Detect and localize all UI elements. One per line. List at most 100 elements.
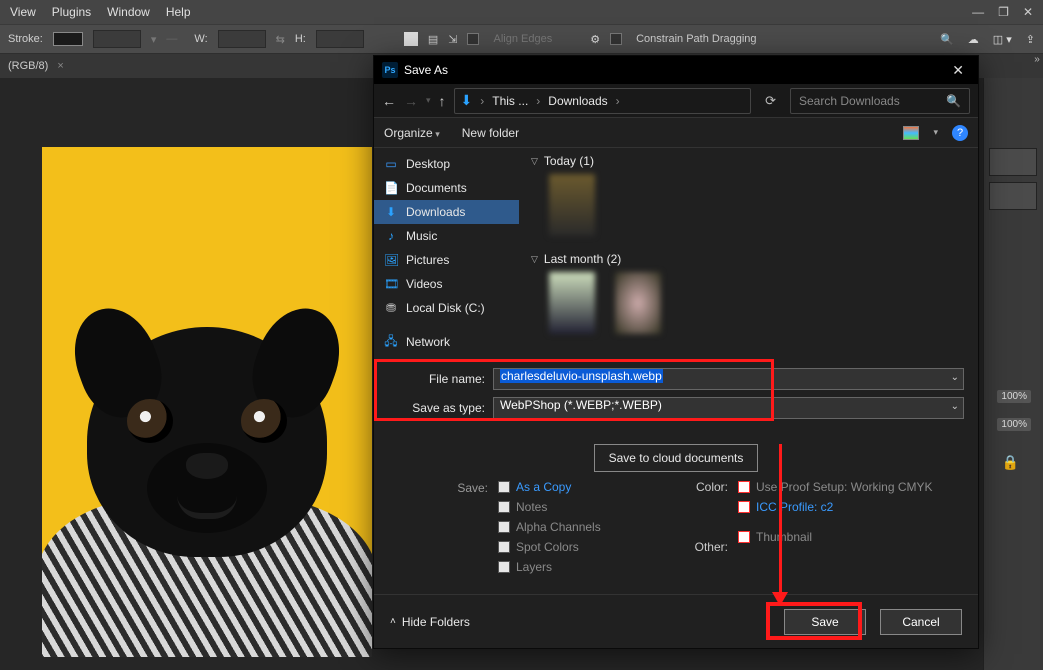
search-placeholder: Search Downloads bbox=[799, 94, 900, 108]
view-mode-icon[interactable] bbox=[903, 126, 919, 140]
menu-view[interactable]: View bbox=[10, 5, 36, 19]
tree-label: Local Disk (C:) bbox=[406, 301, 485, 315]
help-icon[interactable]: ? bbox=[952, 125, 968, 141]
music-icon: ♪ bbox=[384, 229, 398, 243]
app-menu-bar: View Plugins Window Help bbox=[0, 0, 1043, 24]
constrain-label: Constrain Path Dragging bbox=[636, 33, 756, 45]
file-name-input[interactable]: charlesdeluvio-unsplash.webp ⌄ bbox=[493, 368, 964, 390]
align-icon[interactable]: ▤ bbox=[428, 33, 438, 46]
save-to-cloud-button[interactable]: Save to cloud documents bbox=[594, 444, 759, 472]
dropdown-icon[interactable]: ⌄ bbox=[951, 401, 959, 412]
tab-close-icon[interactable]: × bbox=[57, 60, 63, 72]
workspace-icon[interactable]: ◫ ▾ bbox=[993, 33, 1012, 46]
document-tab-label: (RGB/8) bbox=[8, 60, 48, 72]
save-as-dialog: Ps Save As ✕ ← → ▾ ↑ ⬇ › This ... › Down… bbox=[374, 56, 978, 648]
export-icon[interactable]: ⇪ bbox=[1026, 33, 1035, 46]
constrain-checkbox[interactable] bbox=[610, 33, 622, 45]
tree-desktop[interactable]: ▭ Desktop bbox=[374, 152, 519, 176]
stroke-swatch[interactable] bbox=[53, 32, 83, 46]
tree-label: Desktop bbox=[406, 157, 450, 171]
stroke-width-field[interactable] bbox=[93, 30, 141, 48]
options-bar: Stroke: ▾ — W: ⇆ H: ▤ ⇲ Align Edges ⚙ Co… bbox=[0, 24, 1043, 54]
tree-local-disk[interactable]: ⛃ Local Disk (C:) bbox=[374, 296, 519, 320]
tree-network[interactable]: 🖧Network bbox=[374, 330, 519, 354]
close-icon[interactable]: ✕ bbox=[1023, 5, 1033, 19]
nav-back-icon[interactable]: ← bbox=[382, 93, 396, 109]
lock-icon[interactable]: 🔒 bbox=[1002, 454, 1019, 471]
minimize-icon[interactable]: — bbox=[972, 5, 984, 19]
address-bar[interactable]: ⬇ › This ... › Downloads › bbox=[454, 88, 752, 114]
icc-checkbox[interactable] bbox=[738, 501, 750, 513]
search-icon[interactable]: 🔍 bbox=[940, 33, 954, 46]
nav-forward-icon[interactable]: → bbox=[404, 93, 418, 109]
menu-window[interactable]: Window bbox=[107, 5, 150, 19]
hide-folders-button[interactable]: ˄ Hide Folders bbox=[390, 615, 470, 629]
file-name-value: charlesdeluvio-unsplash.webp bbox=[500, 369, 663, 383]
organize-button[interactable]: Organize bbox=[384, 126, 440, 140]
file-thumb[interactable] bbox=[549, 272, 595, 334]
tree-pictures[interactable]: 🖼Pictures bbox=[374, 248, 519, 272]
desktop-icon: ▭ bbox=[384, 157, 398, 171]
collapse-icon[interactable]: ▽ bbox=[531, 156, 538, 167]
as-a-copy-checkbox[interactable] bbox=[498, 481, 510, 493]
search-input[interactable]: Search Downloads 🔍 bbox=[790, 88, 970, 114]
opacity-badge: 100% bbox=[997, 390, 1031, 403]
file-fields: File name: charlesdeluvio-unsplash.webp ⌄… bbox=[374, 364, 978, 432]
file-list[interactable]: ▽Today (1) ▽Last month (2) bbox=[519, 148, 978, 364]
save-label: Save: bbox=[388, 481, 488, 495]
cancel-button[interactable]: Cancel bbox=[880, 609, 962, 635]
menu-help[interactable]: Help bbox=[166, 5, 191, 19]
panel-collapse-icon[interactable]: » bbox=[1031, 54, 1043, 70]
panel-thumb[interactable] bbox=[989, 148, 1037, 176]
thumbnail-label: Thumbnail bbox=[756, 530, 812, 544]
height-field[interactable] bbox=[316, 30, 364, 48]
share-icon[interactable]: ☁ bbox=[968, 33, 979, 46]
width-field[interactable] bbox=[218, 30, 266, 48]
stroke-label: Stroke: bbox=[8, 33, 43, 45]
downloads-icon: ⬇ bbox=[384, 205, 398, 219]
window-controls: — ❐ ✕ bbox=[972, 0, 1043, 24]
collapse-icon[interactable]: ▽ bbox=[531, 254, 538, 265]
new-folder-button[interactable]: New folder bbox=[462, 126, 519, 140]
tree-music[interactable]: ♪Music bbox=[374, 224, 519, 248]
tree-videos[interactable]: 🎞Videos bbox=[374, 272, 519, 296]
link-wh-icon[interactable]: ⇆ bbox=[276, 33, 285, 46]
folder-tree: ▭ Desktop 📄Documents ⬇Downloads ♪Music 🖼P… bbox=[374, 148, 519, 364]
as-a-copy-link[interactable]: As a Copy bbox=[516, 480, 571, 494]
dialog-titlebar[interactable]: Ps Save As ✕ bbox=[374, 56, 978, 84]
document-tab[interactable]: (RGB/8) × bbox=[0, 60, 72, 72]
image-content bbox=[57, 297, 357, 657]
height-label: H: bbox=[295, 33, 306, 45]
file-thumb[interactable] bbox=[615, 272, 661, 334]
file-name-label: File name: bbox=[388, 372, 493, 386]
chevron-right-icon: › bbox=[536, 94, 540, 108]
shape-icon[interactable] bbox=[404, 32, 418, 46]
icc-profile-link[interactable]: ICC Profile: c2 bbox=[756, 500, 833, 514]
spot-checkbox bbox=[498, 541, 510, 553]
menu-plugins[interactable]: Plugins bbox=[52, 5, 91, 19]
breadcrumb-this-pc[interactable]: This ... bbox=[492, 94, 528, 108]
thumbnail-checkbox bbox=[738, 531, 750, 543]
refresh-icon[interactable]: ⟳ bbox=[759, 93, 782, 109]
align-edges-checkbox[interactable] bbox=[467, 33, 479, 45]
fill-badge: 100% bbox=[997, 418, 1031, 431]
panel-thumb[interactable] bbox=[989, 182, 1037, 210]
tree-downloads[interactable]: ⬇Downloads bbox=[374, 200, 519, 224]
view-mode-dropdown-icon[interactable]: ▾ bbox=[933, 127, 938, 138]
arrange-icon[interactable]: ⇲ bbox=[448, 33, 457, 46]
restore-icon[interactable]: ❐ bbox=[998, 5, 1009, 19]
file-thumb[interactable] bbox=[549, 174, 595, 236]
gear-icon[interactable]: ⚙ bbox=[590, 33, 600, 46]
alpha-label: Alpha Channels bbox=[516, 520, 601, 534]
nav-up-icon[interactable]: ↑ bbox=[439, 93, 446, 109]
disk-icon: ⛃ bbox=[384, 301, 398, 315]
annotation-save-highlight bbox=[766, 602, 862, 640]
group-last-month: Last month (2) bbox=[544, 252, 621, 266]
tree-documents[interactable]: 📄Documents bbox=[374, 176, 519, 200]
breadcrumb-downloads[interactable]: Downloads bbox=[548, 94, 607, 108]
nav-recent-icon[interactable]: ▾ bbox=[426, 95, 431, 106]
save-as-type-select[interactable]: WebPShop (*.WEBP;*.WEBP)⌄ bbox=[493, 397, 964, 419]
dropdown-icon[interactable]: ⌄ bbox=[951, 372, 959, 383]
dialog-close-icon[interactable]: ✕ bbox=[946, 62, 970, 79]
tree-label: Pictures bbox=[406, 253, 449, 267]
